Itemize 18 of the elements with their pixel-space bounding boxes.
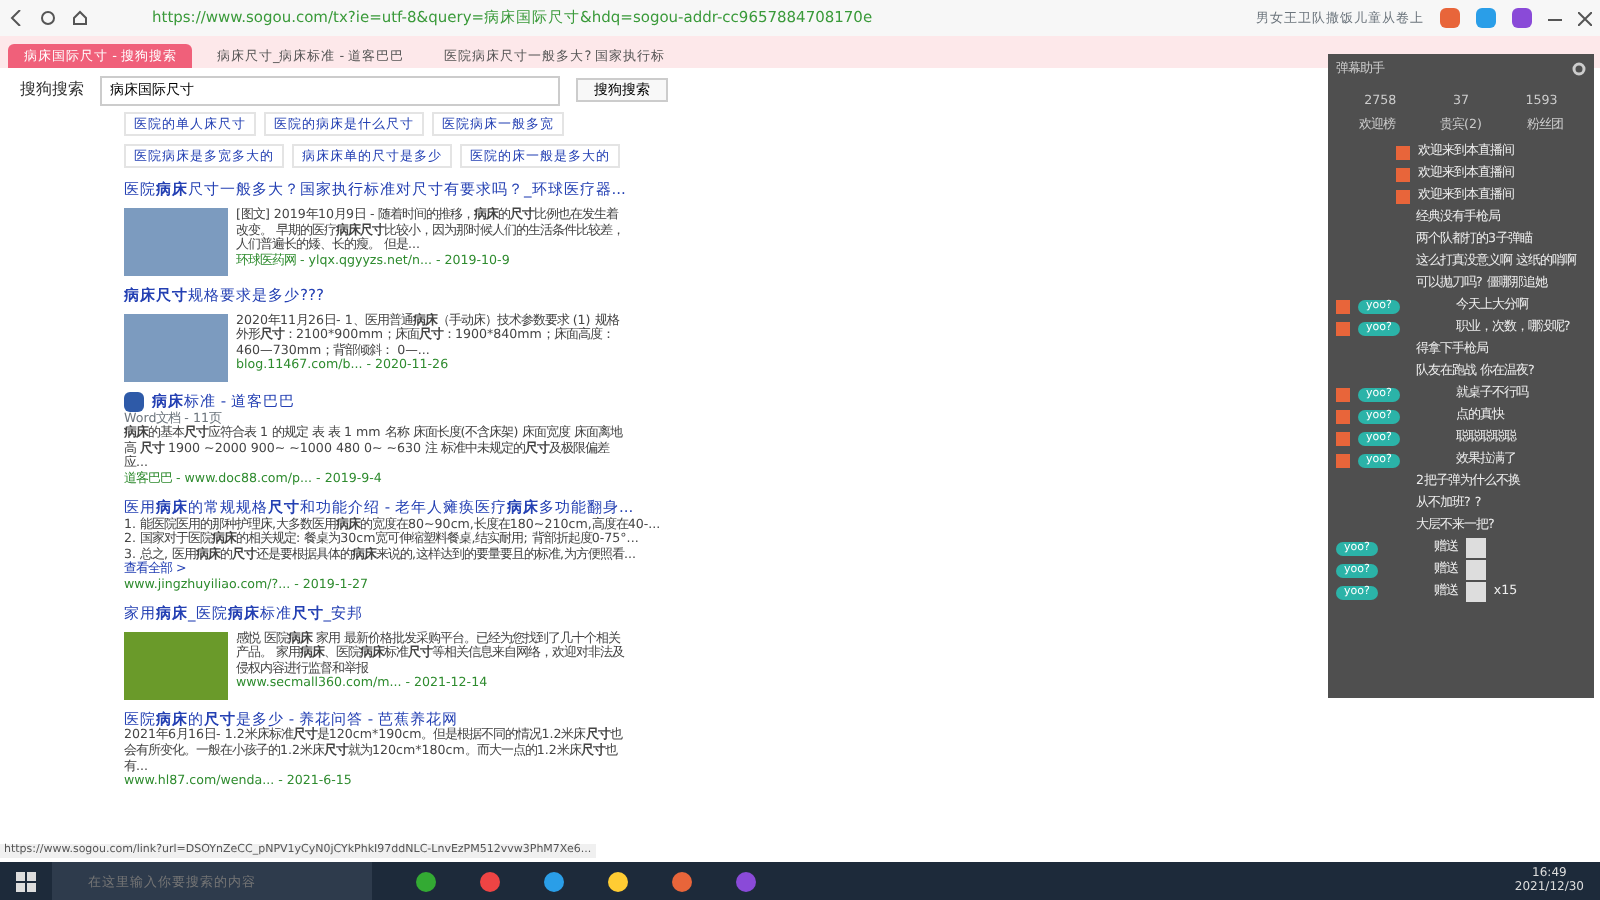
back-icon[interactable] [8, 10, 24, 26]
document-icon [124, 391, 144, 412]
photo-placeholder [124, 313, 228, 382]
photo-placeholder [124, 631, 228, 700]
windows-icon[interactable] [16, 871, 36, 891]
gift-icon [1465, 582, 1486, 603]
refresh-icon[interactable] [40, 10, 56, 26]
photo-placeholder [124, 208, 228, 276]
settings-icon[interactable] [1572, 62, 1586, 77]
app-icon[interactable] [608, 871, 628, 891]
app-icon[interactable] [672, 871, 692, 891]
close-icon[interactable] [1578, 11, 1592, 25]
app-icon[interactable] [416, 871, 436, 891]
app-icon[interactable] [544, 871, 564, 891]
logo: 搜狗搜索 [20, 80, 84, 100]
gift-icon [1465, 538, 1486, 559]
home-icon[interactable] [72, 10, 88, 26]
gift-icon [1465, 560, 1486, 581]
